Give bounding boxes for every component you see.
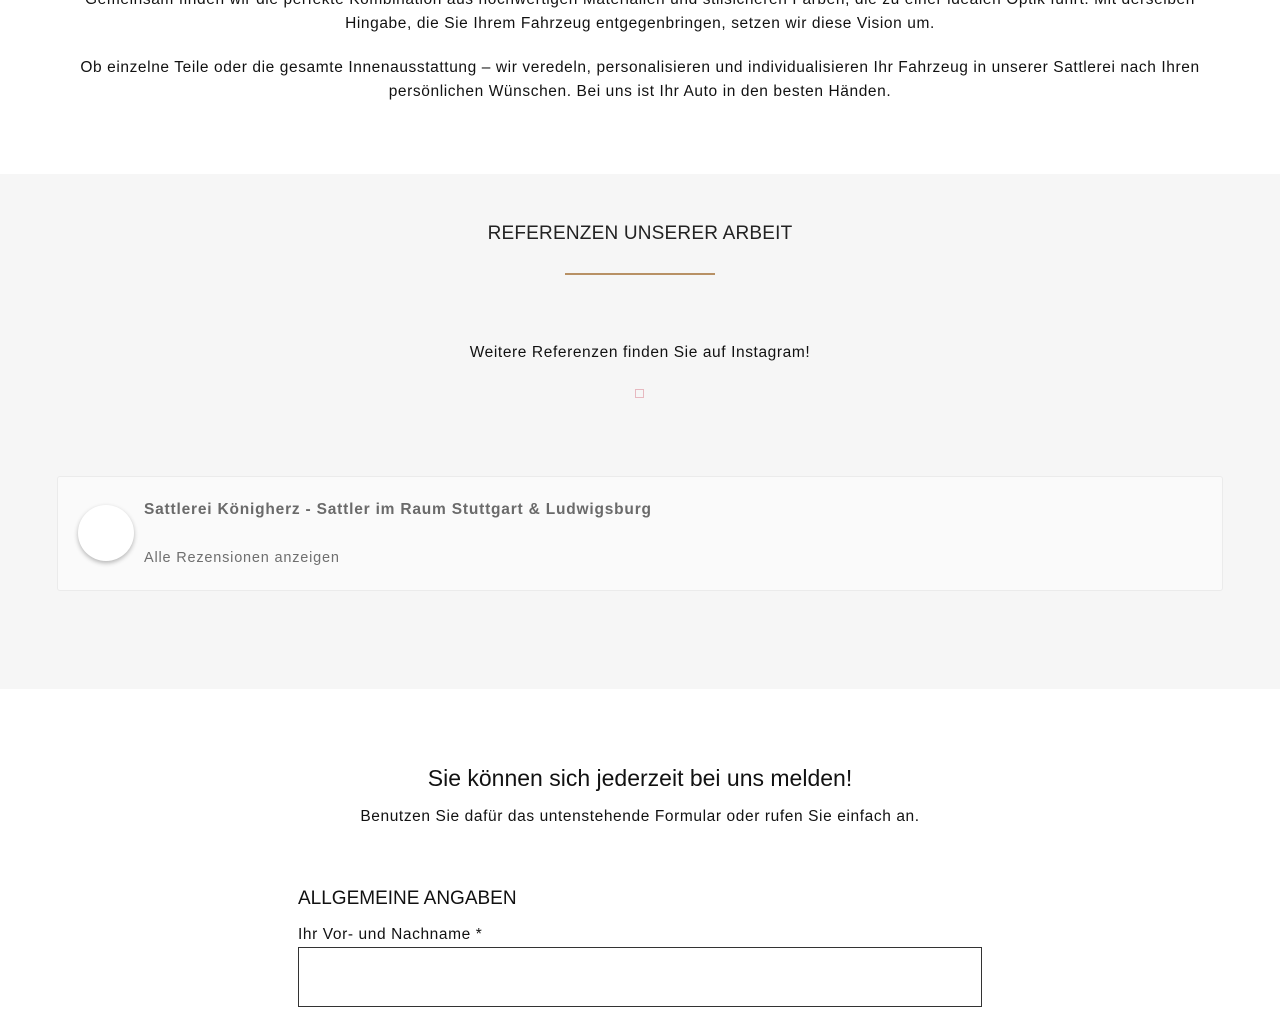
- name-field[interactable]: [298, 947, 982, 1007]
- contact-heading: Sie können sich jederzeit bei uns melden…: [427, 765, 853, 791]
- instagram-text: Weitere Referenzen finden Sie auf Instag…: [469, 344, 811, 361]
- intro-paragraph-2: Ob einzelne Teile oder die gesamte Innen…: [80, 59, 1200, 100]
- intro-paragraph-1: Gemeinsam finden wir die perfekte Kombin…: [85, 0, 1194, 32]
- google-review-widget: Sattlerei Königherz - Sattler im Raum St…: [57, 476, 1223, 591]
- references-title: REFERENZEN UNSERER ARBEIT: [487, 223, 793, 244]
- intro-section: Gemeinsam finden wir die perfekte Kombin…: [0, 0, 1280, 174]
- all-reviews-link[interactable]: Alle Rezensionen anzeigen: [144, 550, 340, 566]
- business-avatar: [78, 505, 134, 561]
- name-field-label: Ihr Vor- und Nachname *: [298, 926, 483, 943]
- title-divider: [565, 273, 715, 275]
- references-section: REFERENZEN UNSERER ARBEIT Weitere Refere…: [0, 174, 1280, 689]
- contact-section: Sie können sich jederzeit bei uns melden…: [0, 689, 1280, 1024]
- business-name-link[interactable]: Sattlerei Königherz - Sattler im Raum St…: [144, 501, 652, 519]
- instagram-icon[interactable]: [635, 389, 644, 398]
- form-section-title: ALLGEMEINE ANGABEN: [298, 888, 517, 909]
- contact-subheading: Benutzen Sie dafür das untenstehende For…: [360, 808, 920, 825]
